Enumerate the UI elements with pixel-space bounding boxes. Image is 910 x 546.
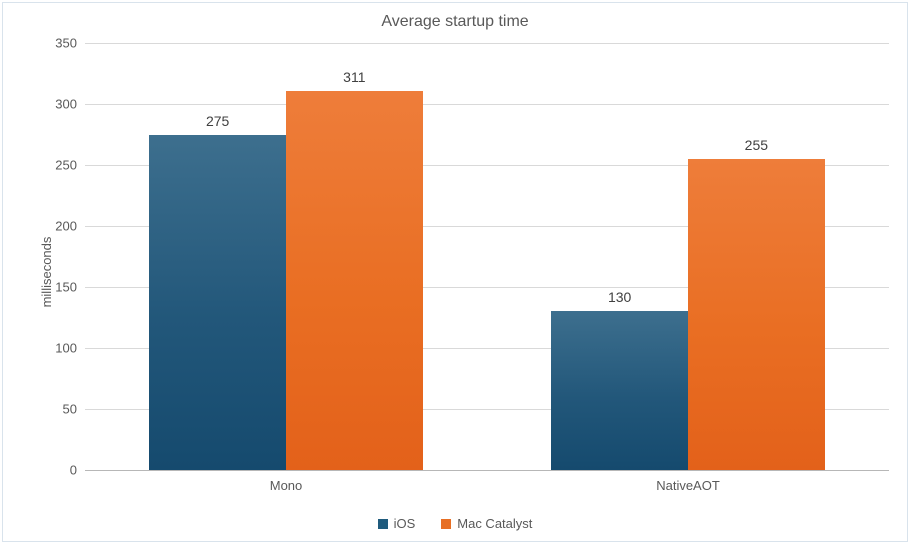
y-tick: 250 xyxy=(55,157,85,172)
bar-label: 311 xyxy=(286,69,423,85)
gridline xyxy=(85,43,889,44)
plot-area: 350 300 250 200 150 100 50 0 Mono Native… xyxy=(85,43,889,471)
legend-item-ios: iOS xyxy=(378,516,416,531)
legend-swatch-ios xyxy=(378,519,388,529)
legend-label: Mac Catalyst xyxy=(457,516,532,531)
chart-title: Average startup time xyxy=(3,13,907,31)
y-tick: 350 xyxy=(55,36,85,51)
x-tick: NativeAOT xyxy=(656,470,720,493)
y-tick: 100 xyxy=(55,341,85,356)
bar-nativeaot-ios: 130 xyxy=(551,311,688,470)
bar-mono-ios: 275 xyxy=(149,135,286,470)
y-tick: 300 xyxy=(55,96,85,111)
legend: iOS Mac Catalyst xyxy=(3,516,907,531)
bar-mono-mac: 311 xyxy=(286,91,423,470)
chart-frame: Average startup time milliseconds 350 30… xyxy=(2,2,908,542)
y-tick: 150 xyxy=(55,280,85,295)
y-axis-label: milliseconds xyxy=(39,237,54,308)
bar-label: 275 xyxy=(149,113,286,129)
bar-label: 255 xyxy=(688,137,825,153)
y-tick: 200 xyxy=(55,218,85,233)
gridline xyxy=(85,104,889,105)
legend-swatch-mac xyxy=(441,519,451,529)
bar-nativeaot-mac: 255 xyxy=(688,159,825,470)
bar-label: 130 xyxy=(551,289,688,305)
legend-label: iOS xyxy=(394,516,416,531)
y-tick: 50 xyxy=(63,402,85,417)
y-tick: 0 xyxy=(70,463,85,478)
legend-item-mac: Mac Catalyst xyxy=(441,516,532,531)
x-tick: Mono xyxy=(270,470,303,493)
